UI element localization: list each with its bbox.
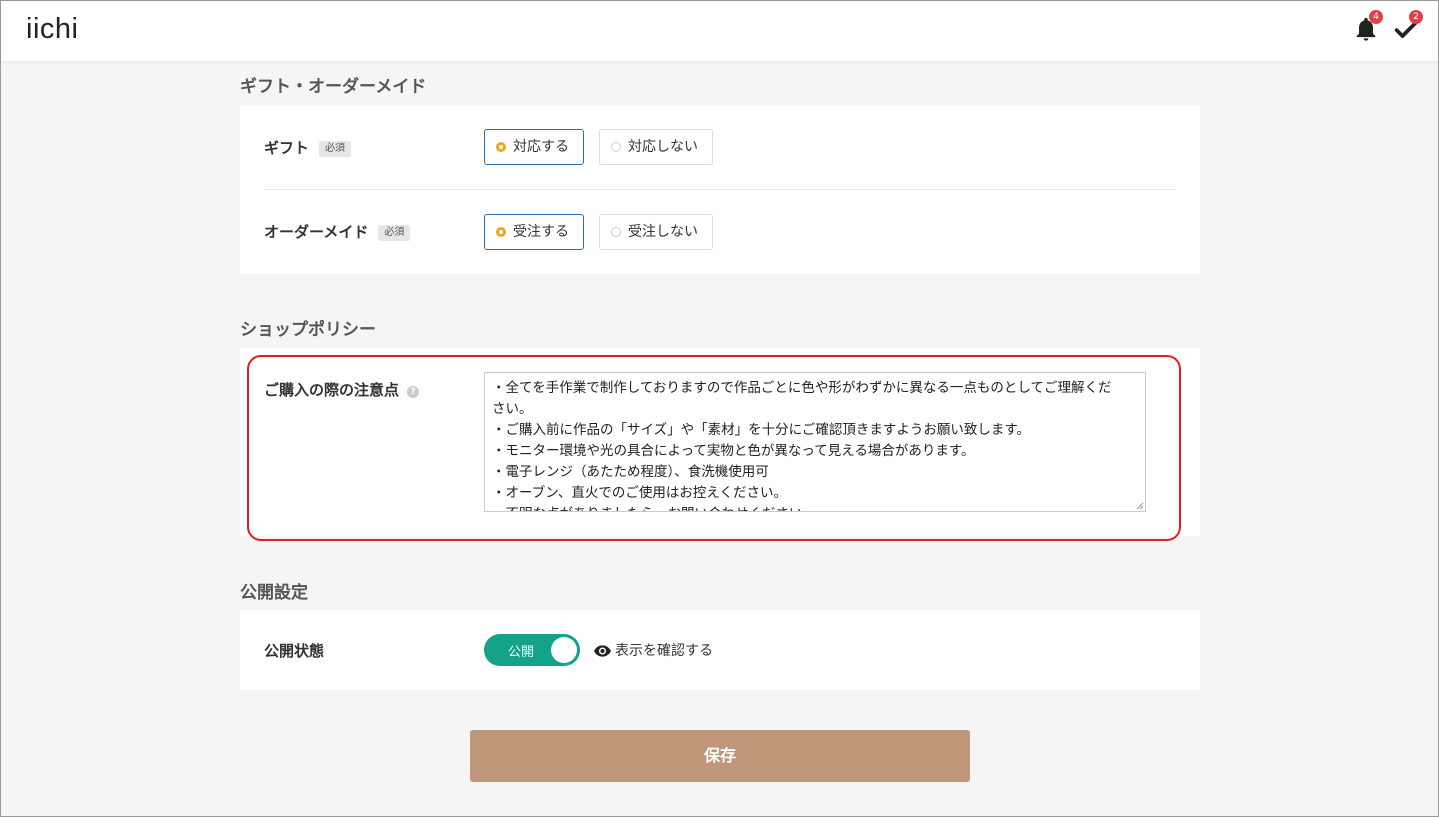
- order-label: オーダーメイド: [264, 223, 369, 241]
- order-row-label: オーダーメイド 必須: [264, 221, 411, 242]
- radio-icon: [496, 227, 506, 237]
- order-option-yes[interactable]: 受注する: [484, 214, 584, 250]
- resize-handle-icon[interactable]: [1135, 501, 1144, 510]
- gift-row-label: ギフト 必須: [264, 137, 352, 158]
- option-label: 対応しない: [628, 139, 698, 155]
- option-label: 対応する: [513, 139, 569, 155]
- toggle-label: 公開: [508, 645, 535, 660]
- publish-status-label: 公開状態: [264, 642, 325, 660]
- required-badge: 必須: [319, 141, 352, 157]
- radio-icon: [611, 227, 621, 237]
- policy-row-label: ご購入の際の注意点?: [264, 379, 420, 400]
- gift-section-title: ギフト・オーダーメイド: [240, 77, 427, 97]
- publish-card: 公開状態 公開 表示を確認する: [240, 610, 1200, 690]
- policy-section-title: ショップポリシー: [240, 320, 376, 340]
- preview-link[interactable]: 表示を確認する: [594, 640, 713, 660]
- gift-option-no[interactable]: 対応しない: [599, 129, 713, 165]
- policy-line: さい。: [492, 401, 533, 417]
- notification-count-badge: 4: [1369, 10, 1383, 24]
- option-label: 受注しない: [628, 224, 698, 240]
- logo[interactable]: iichi: [26, 13, 78, 46]
- required-badge: 必須: [378, 225, 411, 241]
- tasks-button[interactable]: 2: [1392, 10, 1423, 43]
- notifications-button[interactable]: 4: [1352, 10, 1383, 43]
- policy-line: ・オーブン、直火でのご使用はお控えください。: [492, 485, 787, 501]
- option-label: 受注する: [513, 224, 569, 240]
- gift-option-yes[interactable]: 対応する: [484, 129, 584, 165]
- policy-card: ご購入の際の注意点? ・全てを手作業で制作しておりますので作品ごとに色や形がわず…: [240, 348, 1200, 536]
- policy-line: ・ご購入前に作品の「サイズ」や「素材」を十分にご確認頂きますようお願い致します。: [492, 422, 1030, 438]
- publish-toggle[interactable]: 公開: [484, 634, 580, 666]
- top-bar: iichi 4 2: [1, 1, 1438, 61]
- publish-section-title: 公開設定: [240, 583, 308, 603]
- policy-line: ・モニター環境や光の具合によって実物と色が異なって見える場合があります。: [492, 443, 975, 459]
- policy-line: ・全てを手作業で制作しておりますので作品ごとに色や形がわずかに異なる一点ものとし…: [492, 380, 1112, 396]
- help-icon[interactable]: ?: [407, 386, 420, 398]
- preview-link-label: 表示を確認する: [615, 643, 713, 659]
- save-button[interactable]: 保存: [470, 730, 970, 782]
- radio-icon: [611, 142, 621, 152]
- order-option-no[interactable]: 受注しない: [599, 214, 713, 250]
- policy-line: ・不明な点がありましたら、お問い合わせください。: [492, 504, 1138, 511]
- policy-label: ご購入の際の注意点: [264, 381, 400, 399]
- divider: [264, 189, 1176, 190]
- toggle-knob: [551, 637, 577, 663]
- gift-order-card: ギフト 必須 対応する 対応しない オーダーメイド 必須 受注する 受注しない: [240, 105, 1200, 274]
- gift-label: ギフト: [264, 139, 310, 157]
- policy-line: ・電子レンジ（あたため程度）、食洗機使用可: [492, 464, 769, 480]
- eye-icon: [594, 645, 611, 657]
- task-count-badge: 2: [1409, 10, 1423, 24]
- policy-textarea[interactable]: ・全てを手作業で制作しておりますので作品ごとに色や形がわずかに異なる一点ものとし…: [484, 372, 1146, 512]
- radio-icon: [496, 142, 506, 152]
